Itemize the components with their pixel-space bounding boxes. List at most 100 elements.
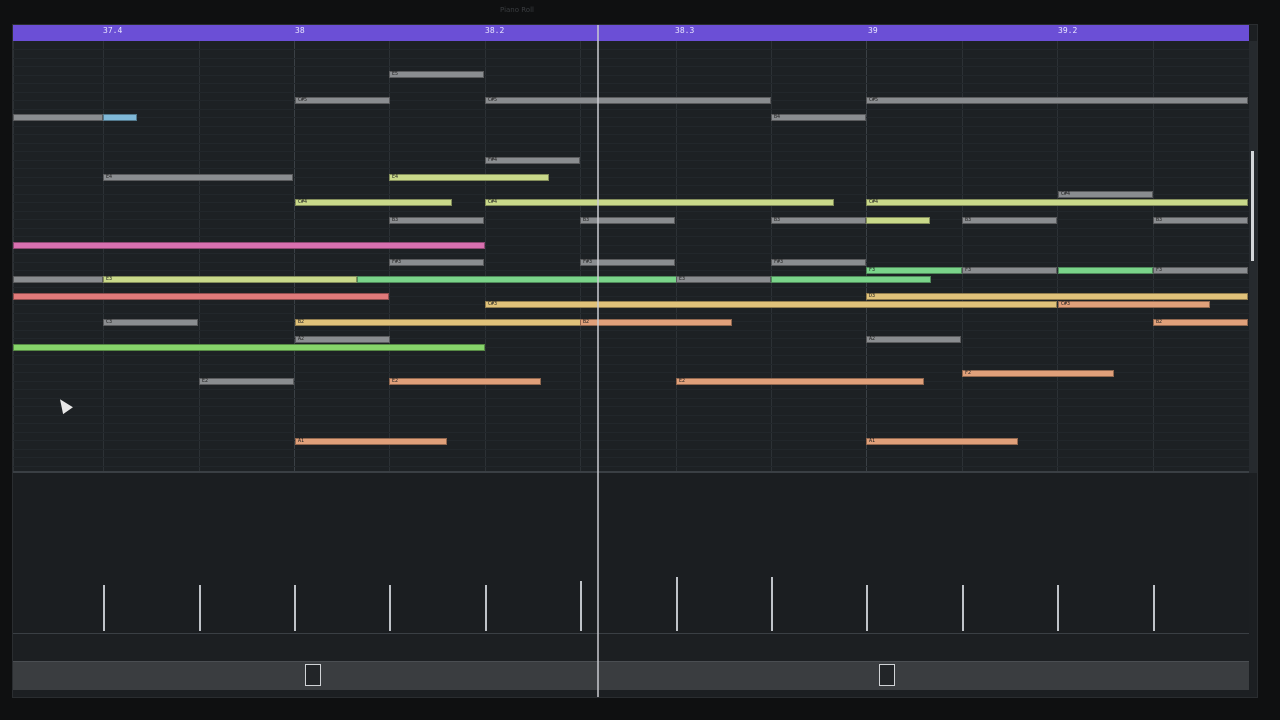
note-label: F3: [1156, 267, 1163, 273]
midi-note[interactable]: C#4: [866, 199, 1248, 206]
midi-note[interactable]: F#4: [485, 157, 580, 164]
vertical-scrollbar[interactable]: [1249, 41, 1257, 473]
velocity-stem[interactable]: [389, 585, 391, 631]
midi-note[interactable]: C#4: [485, 199, 834, 206]
midi-note[interactable]: B4: [771, 114, 866, 121]
midi-note[interactable]: C#5: [295, 97, 390, 104]
midi-note[interactable]: F3: [962, 267, 1057, 274]
note-label: E3: [106, 276, 113, 282]
midi-note[interactable]: D3: [866, 293, 1248, 300]
note-label: B3: [965, 217, 972, 223]
horizontal-scrollbar[interactable]: [13, 661, 1249, 690]
midi-note[interactable]: F3: [866, 267, 962, 274]
ruler-label: 39.2: [1058, 26, 1078, 35]
midi-note[interactable]: E2: [389, 378, 541, 385]
velocity-stem[interactable]: [294, 585, 296, 631]
pitch-row: [13, 415, 1249, 416]
midi-note[interactable]: A1: [866, 438, 1018, 445]
midi-note[interactable]: E3: [676, 276, 771, 283]
timeline-ruler[interactable]: 37.4 38 38.2 38.3 39 39.2: [13, 25, 1249, 41]
note-label: C3: [106, 319, 113, 325]
midi-note[interactable]: E5: [389, 71, 484, 78]
midi-note[interactable]: B3: [771, 217, 866, 224]
pitch-row: [13, 313, 1249, 314]
midi-note[interactable]: B2: [295, 319, 585, 326]
velocity-lane[interactable]: [13, 473, 1249, 633]
midi-note[interactable]: E4: [389, 174, 549, 181]
pitch-row: [13, 151, 1249, 152]
pitch-row: [13, 466, 1249, 467]
midi-note[interactable]: F#3: [771, 259, 866, 266]
midi-note[interactable]: B3: [962, 217, 1057, 224]
midi-note[interactable]: C#4: [1058, 191, 1153, 198]
midi-note[interactable]: A2: [866, 336, 961, 343]
midi-note[interactable]: C#3: [1058, 301, 1210, 308]
midi-note[interactable]: E2: [199, 378, 294, 385]
velocity-stem[interactable]: [580, 581, 582, 631]
note-grid[interactable]: E5 C#5 C#5 C#5 B4 F#4 E4 E4 C#4 C#4 C#4 C#4 B3 B3 B3 B3…: [13, 41, 1249, 473]
midi-note[interactable]: B2: [580, 319, 732, 326]
midi-note[interactable]: E2: [676, 378, 924, 385]
velocity-stem[interactable]: [485, 585, 487, 631]
midi-note[interactable]: F#3: [389, 259, 484, 266]
midi-note[interactable]: B3: [1153, 217, 1248, 224]
midi-note[interactable]: [1058, 267, 1153, 274]
note-label: C#5: [488, 97, 498, 103]
midi-note[interactable]: B2: [1153, 319, 1248, 326]
velocity-stem[interactable]: [676, 577, 678, 631]
midi-note[interactable]: E3: [103, 276, 357, 283]
scroll-handle-right[interactable]: [879, 664, 895, 686]
note-label: B4: [774, 114, 781, 120]
midi-note[interactable]: C#5: [866, 97, 1248, 104]
midi-note[interactable]: C#3: [485, 301, 1057, 308]
midi-note[interactable]: [13, 114, 103, 121]
midi-note[interactable]: F#3: [580, 259, 675, 266]
midi-note[interactable]: [13, 242, 485, 249]
pitch-row: [13, 338, 1249, 339]
midi-note[interactable]: [771, 276, 931, 283]
grid-line: [294, 41, 295, 473]
note-label: E4: [392, 174, 399, 180]
scroll-handle-left[interactable]: [305, 664, 321, 686]
midi-note[interactable]: B3: [580, 217, 675, 224]
pitch-row: [13, 432, 1249, 433]
grid-line: [485, 41, 486, 473]
midi-note[interactable]: C#4: [295, 199, 452, 206]
midi-note[interactable]: [357, 276, 677, 283]
pitch-row: [13, 389, 1249, 390]
ruler-label: 39: [868, 26, 878, 35]
pitch-row: [13, 75, 1249, 76]
vertical-scroll-thumb[interactable]: [1251, 151, 1254, 261]
velocity-stem[interactable]: [1153, 585, 1155, 631]
note-label: A1: [298, 438, 305, 444]
midi-note[interactable]: B3: [389, 217, 484, 224]
midi-note[interactable]: F3: [1153, 267, 1248, 274]
playhead[interactable]: [597, 25, 599, 697]
midi-note[interactable]: E4: [103, 174, 293, 181]
velocity-stem[interactable]: [103, 585, 105, 631]
pitch-row: [13, 364, 1249, 365]
velocity-stem[interactable]: [199, 585, 201, 631]
velocity-stem[interactable]: [962, 585, 964, 631]
pitch-row: [13, 406, 1249, 407]
pitch-row: [13, 49, 1249, 50]
velocity-stem[interactable]: [771, 577, 773, 631]
pitch-row: [13, 126, 1249, 127]
midi-note[interactable]: A2: [295, 336, 390, 343]
note-label: C#5: [869, 97, 879, 103]
velocity-stem[interactable]: [866, 585, 868, 631]
midi-note[interactable]: F2: [962, 370, 1114, 377]
midi-note[interactable]: [13, 293, 389, 300]
midi-note[interactable]: A1: [295, 438, 447, 445]
midi-note[interactable]: [13, 276, 103, 283]
note-label: C#3: [1061, 301, 1071, 307]
midi-note[interactable]: [103, 114, 137, 121]
velocity-stem[interactable]: [1057, 585, 1059, 631]
pitch-row: [13, 168, 1249, 169]
midi-note[interactable]: [866, 217, 930, 224]
midi-note[interactable]: [13, 344, 485, 351]
note-label: B3: [774, 217, 781, 223]
midi-note[interactable]: C3: [103, 319, 198, 326]
midi-note[interactable]: C#5: [485, 97, 771, 104]
pitch-row: [13, 66, 1249, 67]
